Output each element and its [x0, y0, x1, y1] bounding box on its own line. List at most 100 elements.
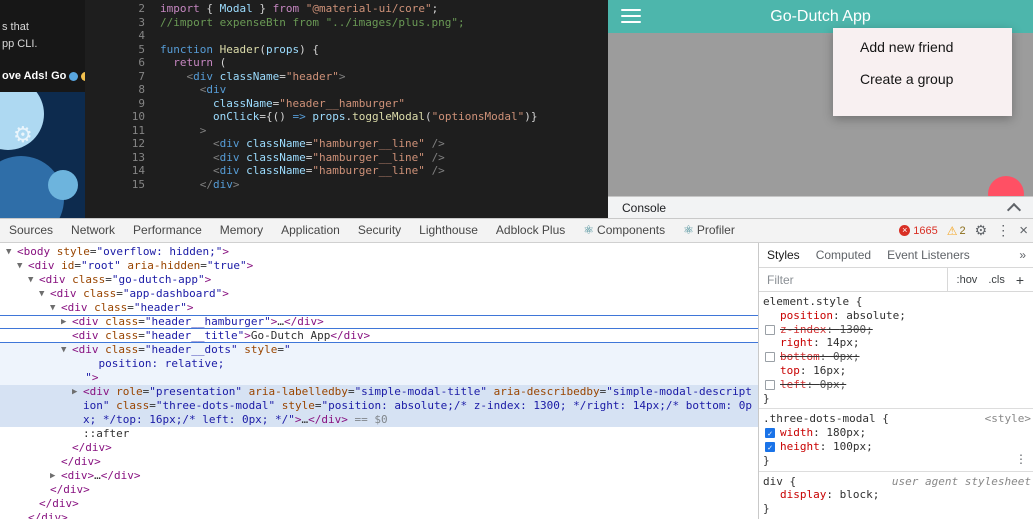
rule-source-link[interactable]: <style> — [985, 412, 1031, 426]
devtools-tab-memory[interactable]: Memory — [211, 219, 272, 242]
toggle-element-classes-button[interactable]: .cls — [988, 274, 1005, 286]
code-line[interactable]: 10 onClick={() => props.toggleModal("opt… — [85, 110, 608, 124]
dom-tree-row[interactable]: ▶ <div role="presentation" aria-labelledb… — [0, 385, 758, 427]
overflow-menu-icon[interactable]: ⋮ — [1015, 452, 1027, 467]
property-checkbox[interactable]: ✓ — [765, 428, 775, 439]
dom-tree-row[interactable]: ::after — [0, 427, 758, 441]
twisty-icon[interactable]: ▼ — [39, 287, 49, 301]
devtools-tab-security[interactable]: Security — [349, 219, 410, 242]
devtools-tab-lighthouse[interactable]: Lighthouse — [410, 219, 487, 242]
settings-gear-icon[interactable]: ⚙ — [975, 222, 988, 239]
code-editor[interactable]: 2 import { Modal } from "@material-ui/cor… — [85, 0, 608, 220]
dom-tree-row[interactable]: ▶ <div>…</div> — [0, 469, 758, 483]
dom-tree-row[interactable]: </div> — [0, 455, 758, 469]
twisty-icon[interactable]: ▼ — [17, 259, 27, 273]
close-devtools-icon[interactable]: × — [1019, 222, 1028, 239]
property-checkbox[interactable] — [765, 379, 775, 390]
menu-item-create-a-group[interactable]: Create a group — [860, 71, 1012, 87]
line-number: 7 — [138, 69, 145, 83]
dom-tree-row[interactable]: </div> — [0, 441, 758, 455]
devtools-tab-profiler[interactable]: ⚛ Profiler — [674, 219, 744, 242]
code-line[interactable]: 12 <div className="hamburger__line" /> — [85, 137, 608, 151]
dom-tree-row[interactable]: ▼ <div class="header__dots" style=" — [0, 343, 758, 357]
devtools-tab-sources[interactable]: Sources — [0, 219, 62, 242]
property-checkbox[interactable]: ✓ — [765, 441, 775, 452]
tab-label: Performance — [133, 223, 202, 237]
dom-tree-row[interactable]: ▼ <div class="go-dutch-app"> — [0, 273, 758, 287]
rule-selector[interactable]: .three-dots-modal — [763, 412, 876, 425]
css-property[interactable]: ✓ height: 100px; — [763, 440, 1031, 454]
console-error-badge[interactable]: × 1665 — [899, 225, 938, 237]
devtools-tab-performance[interactable]: Performance — [124, 219, 211, 242]
css-property[interactable]: bottom: 0px; — [763, 350, 1031, 364]
code-line[interactable]: 6 return ( — [85, 56, 608, 70]
dom-tree-row[interactable]: ▼ <div id="root" aria-hidden="true"> — [0, 259, 758, 273]
tab-label: Lighthouse — [419, 223, 478, 237]
twisty-icon[interactable]: ▶ — [61, 315, 71, 329]
css-property[interactable]: top: 16px; — [763, 364, 1031, 378]
css-property[interactable]: display: block; — [763, 488, 1031, 502]
code-line[interactable]: 2 import { Modal } from "@material-ui/cor… — [85, 2, 608, 16]
code-line[interactable]: 3//import expenseBtn from "../images/plu… — [85, 16, 608, 30]
kebab-menu-icon[interactable]: ⋮ — [996, 222, 1010, 239]
css-property[interactable]: position: absolute; — [763, 309, 1031, 323]
devtools-tab-components[interactable]: ⚛ Components — [574, 219, 674, 242]
ad-badge-icon — [69, 71, 79, 81]
twisty-icon[interactable]: ▼ — [6, 245, 16, 259]
art-circle — [48, 170, 78, 200]
twisty-icon[interactable]: ▼ — [61, 343, 71, 357]
code-line[interactable]: 4 — [85, 29, 608, 43]
dom-tree-row[interactable]: "> — [0, 371, 758, 385]
dom-tree-row[interactable]: ▼ <div class="header"> — [0, 301, 758, 315]
twisty-icon[interactable]: ▼ — [28, 273, 38, 287]
rule-selector[interactable]: div — [763, 475, 783, 488]
hamburger-menu-icon[interactable] — [621, 9, 641, 27]
sidebar-tab-event-listeners[interactable]: Event Listeners — [879, 244, 978, 267]
tab-overflow-icon[interactable]: » — [1019, 248, 1033, 262]
dom-tree-row[interactable]: position: relative; — [0, 357, 758, 371]
console-warning-badge[interactable]: ⚠ 2 — [947, 224, 966, 238]
menu-item-add-new-friend[interactable]: Add new friend — [860, 39, 1012, 55]
code-line[interactable]: 15 </div> — [85, 178, 608, 192]
property-checkbox[interactable] — [765, 324, 775, 335]
style-sections: element.style {position: absolute; z-inde… — [759, 292, 1033, 519]
dom-tree-row[interactable]: </div> — [0, 483, 758, 497]
css-property[interactable]: left: 0px; — [763, 378, 1031, 392]
css-property[interactable]: right: 14px; — [763, 336, 1031, 350]
rule-source-link[interactable]: user agent stylesheet — [892, 475, 1031, 489]
line-number: 14 — [131, 164, 145, 177]
code-line[interactable]: 5 function Header(props) { — [85, 43, 608, 57]
dom-tree-row[interactable]: ▼ <body style="overflow: hidden;"> — [0, 245, 758, 259]
dom-tree-row[interactable]: ▶ <div class="header__hamburger">…</div> — [0, 315, 758, 329]
console-drawer-bar[interactable]: Console — [608, 196, 1033, 218]
property-checkbox[interactable] — [765, 352, 775, 363]
toggle-pseudo-state-button[interactable]: :hov — [957, 274, 978, 286]
code-line[interactable]: 8 <div — [85, 83, 608, 97]
style-rule: div {user agent stylesheet display: block… — [759, 472, 1033, 519]
elements-tree-panel: ▼ <body style="overflow: hidden;"> ▼ <div i… — [0, 243, 758, 519]
code-line[interactable]: 13 <div className="hamburger__line" /> — [85, 151, 608, 165]
devtools-tab-network[interactable]: Network — [62, 219, 124, 242]
twisty-icon[interactable]: ▶ — [72, 385, 82, 399]
rule-selector[interactable]: element.style — [763, 295, 849, 308]
code-line[interactable]: 7 <div className="header"> — [85, 70, 608, 84]
devtools-tab-adblock-plus[interactable]: Adblock Plus — [487, 219, 574, 242]
dom-tree-row[interactable]: ▼ <div class="app-dashboard"> — [0, 287, 758, 301]
dom-tree-row[interactable]: <div class="header__title">Go-Dutch App<… — [0, 329, 758, 343]
twisty-icon[interactable]: ▶ — [50, 469, 60, 483]
sidebar-tab-styles[interactable]: Styles — [759, 244, 808, 267]
sidebar-tab-computed[interactable]: Computed — [808, 244, 879, 267]
code-line[interactable]: 11 > — [85, 124, 608, 138]
devtools-tab-application[interactable]: Application — [272, 219, 349, 242]
styles-filter-input[interactable] — [759, 271, 919, 288]
code-line[interactable]: 14 <div className="hamburger__line" /> — [85, 164, 608, 178]
twisty-icon[interactable]: ▼ — [50, 301, 60, 315]
tab-label: Network — [71, 223, 116, 237]
code-line[interactable]: 9 className="header__hamburger" — [85, 97, 608, 111]
dom-tree-row[interactable]: </div> — [0, 497, 758, 511]
css-property[interactable]: z-index: 1300; — [763, 323, 1031, 337]
new-style-rule-button[interactable]: + — [1016, 272, 1024, 288]
chevron-up-icon[interactable] — [1006, 202, 1022, 217]
dom-tree-row[interactable]: </div> — [0, 511, 758, 519]
css-property[interactable]: ✓ width: 180px; — [763, 426, 1031, 440]
